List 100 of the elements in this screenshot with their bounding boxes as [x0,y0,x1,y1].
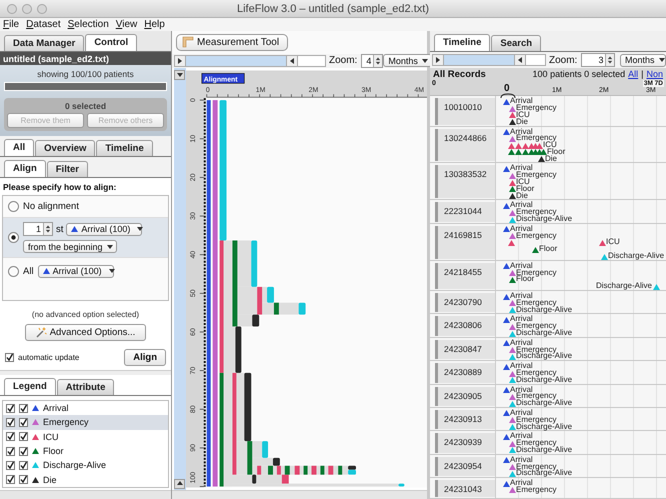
record-id: 24230939 [435,433,495,453]
triangle-icon [652,284,660,290]
checkbox-label: automatic update [18,353,80,362]
expand-button[interactable] [174,479,185,490]
checkbox[interactable] [6,432,15,442]
option-label: No alignment [23,201,79,212]
event-label: Emergency [516,369,556,377]
direction-dropdown[interactable]: from the beginning [23,240,117,253]
tab[interactable]: All [4,139,34,156]
event-label: Arrival [510,386,533,394]
record-id: 130383532 [435,165,495,198]
tab[interactable]: Search [491,35,542,51]
tab[interactable]: Timeline [434,34,490,51]
record-id: 10010010 [435,98,495,124]
event-label: Emergency [516,346,556,354]
records-title: All Records [433,68,486,80]
ordinal-suffix: st [56,224,64,234]
radio-button[interactable] [8,266,19,276]
legend-item[interactable]: Arrival [3,401,168,416]
radio-button[interactable] [8,232,19,243]
event-label: Arrival [510,201,533,210]
checkbox[interactable] [19,475,28,484]
scroll-right-button[interactable] [514,54,526,66]
caret-icon [658,56,666,64]
menu-item[interactable]: File [3,19,20,30]
record-id: 24230806 [435,316,495,336]
event-label: Floor [539,245,558,254]
record-id: 130244866 [435,128,495,162]
event-label: Arrival [510,479,533,488]
event-label: Discharge-Alive [608,252,664,260]
checkbox[interactable] [19,432,28,442]
unit-dropdown[interactable]: Months [383,54,432,68]
event-label: Arrival [510,456,533,464]
zoom-spinner[interactable]: 3 [581,53,616,68]
checkbox[interactable] [6,446,15,456]
select-none-link[interactable]: Non [646,69,663,80]
tab[interactable]: Attribute [56,379,114,395]
radio-button[interactable] [8,201,19,212]
legend-item[interactable]: ICU [3,430,168,444]
checkbox[interactable] [19,446,28,456]
triangle-icon [71,226,78,232]
triangle-icon [42,268,50,274]
tab[interactable]: Data Manager [4,35,84,51]
dataset-title: untitled (sample_ed2.txt) [0,52,171,65]
checkbox[interactable] [5,353,14,362]
tab[interactable]: Filter [46,161,88,177]
record-id: 24230889 [435,363,495,383]
checkbox[interactable] [19,404,28,413]
checkbox[interactable] [6,475,15,484]
event-label: Arrival [510,338,533,347]
tab[interactable]: Overview [35,140,96,156]
menu-item[interactable]: Help [144,19,165,30]
record-id: 24230905 [435,386,495,406]
scroll-left-button[interactable] [174,54,186,67]
scrollbar-thumb[interactable] [186,54,286,67]
menu-item[interactable]: Dataset [26,19,61,30]
align-button[interactable]: Align [124,349,166,366]
event-label: Discharge-Alive [516,306,572,314]
legend-item[interactable]: Emergency [3,415,168,430]
legend-item[interactable]: Discharge-Alive [3,458,168,473]
scroll-left-button[interactable] [432,54,444,66]
tab[interactable]: Control [85,34,138,51]
select-all-link[interactable]: All [628,69,638,80]
count-spinner[interactable]: 1 [23,222,53,236]
checkbox[interactable] [6,404,15,413]
event-dropdown[interactable]: Arrival (100) [38,264,114,278]
event-label: ICU [516,110,530,119]
event-label: Arrival [510,128,533,136]
tab[interactable]: Legend [4,378,56,395]
tab[interactable]: Timeline [96,140,153,156]
checkbox[interactable] [19,418,28,427]
record-id: 24230847 [435,340,495,360]
event-label: Floor [547,148,566,156]
event-label: Emergency [516,298,556,307]
caret-icon [106,242,114,250]
event-dropdown[interactable]: Arrival (100) [66,222,142,236]
checkbox[interactable] [19,460,28,470]
advanced-options-button[interactable]: Advanced Options... [24,324,146,341]
link-separator: | [641,69,644,80]
event-label: Discharge-Alive [516,376,572,384]
measurement-tool-button[interactable]: Measurement Tool [176,34,288,51]
zoom-spinner[interactable]: 4 [361,54,384,68]
scroll-right-button[interactable] [286,54,298,67]
checkbox[interactable] [6,418,15,427]
event-label: Die [516,118,528,126]
tab[interactable]: Align [4,160,46,177]
event-label: Discharge-Alive [516,352,572,360]
event-label: Emergency [516,462,556,471]
scrollbar-thumb[interactable] [444,54,514,66]
legend-item[interactable]: Die [3,472,168,487]
menu-item[interactable]: Selection [68,19,109,30]
legend-item[interactable]: Floor [3,444,168,458]
event-label: Arrival [510,164,533,172]
record-id: 24230913 [435,410,495,430]
unit-dropdown[interactable]: Months [620,54,666,67]
checkbox[interactable] [6,460,15,470]
menu-item[interactable]: View [116,19,138,30]
event-label: Arrival [510,292,533,300]
collapse-button[interactable] [174,70,185,80]
patient-count: showing 100/100 patients [36,69,135,79]
